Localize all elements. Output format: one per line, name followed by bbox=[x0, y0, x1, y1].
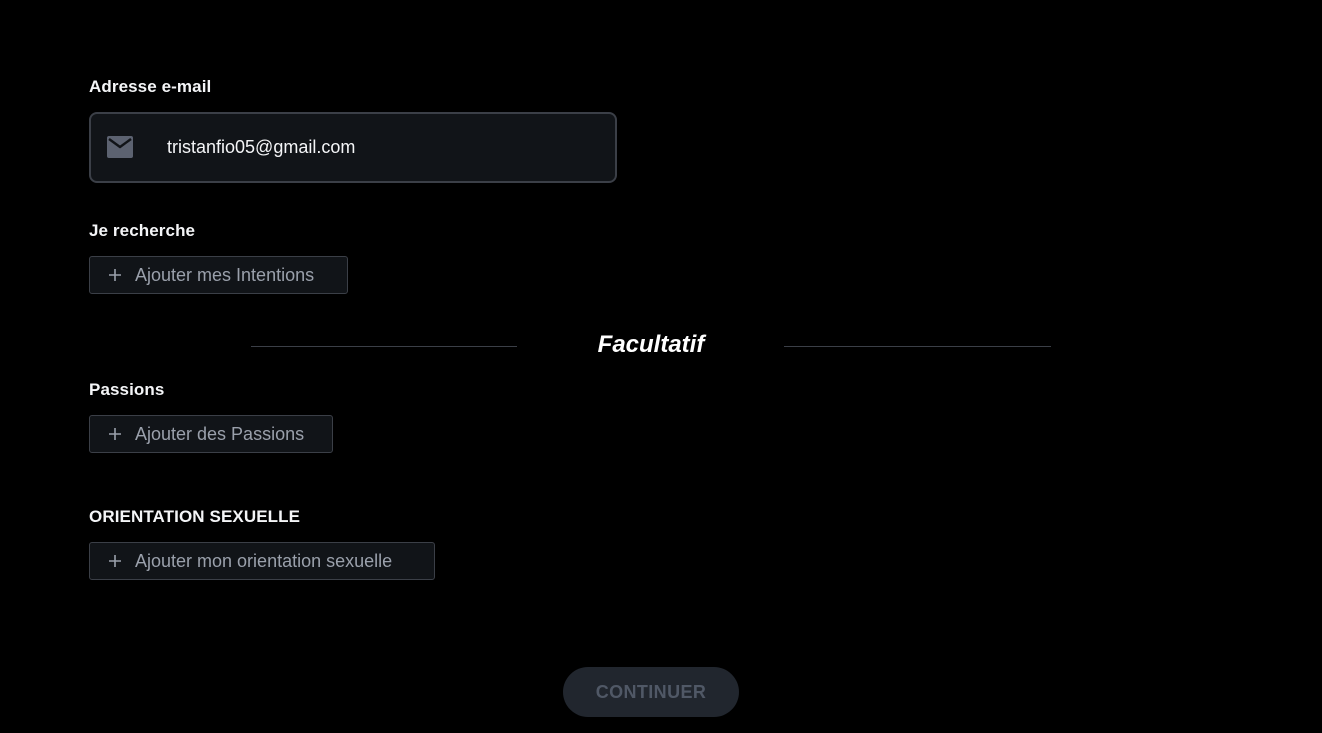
add-orientation-button[interactable]: Ajouter mon orientation sexuelle bbox=[89, 542, 435, 580]
plus-icon bbox=[109, 269, 121, 281]
plus-icon bbox=[109, 555, 121, 567]
add-intentions-button[interactable]: Ajouter mes Intentions bbox=[89, 256, 348, 294]
continue-button[interactable]: CONTINUER bbox=[563, 667, 739, 717]
add-passions-button[interactable]: Ajouter des Passions bbox=[89, 415, 333, 453]
divider-right bbox=[784, 346, 1051, 347]
optional-section-title: Facultatif bbox=[597, 331, 705, 358]
passions-label: Passions bbox=[89, 380, 165, 399]
profile-form-page: Adresse e-mail tristanfio05@gmail.com Je… bbox=[0, 0, 1322, 733]
mail-icon bbox=[107, 136, 133, 158]
add-passions-label: Ajouter des Passions bbox=[135, 423, 305, 444]
email-field[interactable]: tristanfio05@gmail.com bbox=[89, 112, 617, 183]
intentions-label: Je recherche bbox=[89, 221, 196, 240]
orientation-label: ORIENTATION SEXUELLE bbox=[89, 507, 301, 526]
email-value[interactable]: tristanfio05@gmail.com bbox=[167, 137, 355, 158]
add-orientation-label: Ajouter mon orientation sexuelle bbox=[135, 550, 393, 571]
add-intentions-label: Ajouter mes Intentions bbox=[135, 264, 315, 285]
plus-icon bbox=[109, 428, 121, 440]
email-label: Adresse e-mail bbox=[89, 77, 212, 96]
